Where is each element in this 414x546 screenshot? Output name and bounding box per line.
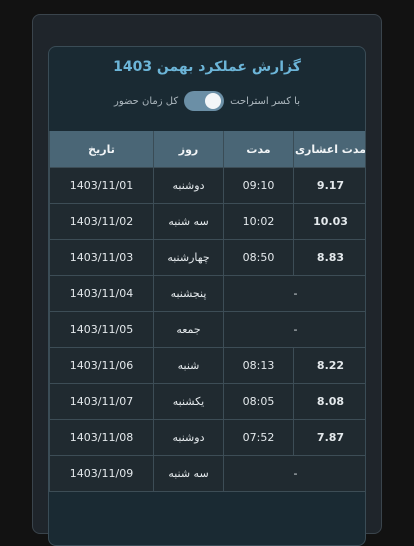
cell-day: جمعه xyxy=(153,311,224,348)
duration-mode-toggle[interactable] xyxy=(184,91,225,111)
cell-decimal-duration: 8.83 xyxy=(293,239,365,276)
cell-date: 1403/11/03 xyxy=(49,239,154,276)
cell-empty-duration: - xyxy=(223,275,365,312)
toggle-label-total: کل زمان حضور xyxy=(114,95,179,107)
cell-day: سه شنبه xyxy=(153,455,224,492)
cell-date: 1403/11/08 xyxy=(49,419,154,456)
cell-date: 1403/11/04 xyxy=(49,275,154,312)
duration-mode-toggle-row: با کسر استراحت کل زمان حضور xyxy=(49,91,365,111)
toggle-label-break: با کسر استراحت xyxy=(230,95,300,107)
cell-day: یکشنبه xyxy=(153,383,224,420)
cell-day: دوشنبه xyxy=(153,167,224,204)
cell-day: پنجشنبه xyxy=(153,275,224,312)
cell-date: 1403/11/06 xyxy=(49,347,154,384)
cell-duration: 10:02 xyxy=(223,203,294,240)
cell-decimal-duration: 8.08 xyxy=(293,383,365,420)
cell-duration: 08:13 xyxy=(223,347,294,384)
table-row: - جمعه 1403/11/05 xyxy=(49,311,365,348)
cell-date: 1403/11/05 xyxy=(49,311,154,348)
cell-day: چهارشنبه xyxy=(153,239,224,276)
cell-duration: 07:52 xyxy=(223,419,294,456)
cell-day: سه شنبه xyxy=(153,203,224,240)
table-row: - سه شنبه 1403/11/09 xyxy=(49,455,365,492)
table-row: 10.03 10:02 سه شنبه 1403/11/02 xyxy=(49,203,365,240)
cell-decimal-duration: 8.22 xyxy=(293,347,365,384)
table-row: 9.17 09:10 دوشنبه 1403/11/01 xyxy=(49,167,365,204)
header-date: تاریخ xyxy=(49,131,154,168)
cell-empty-duration: - xyxy=(223,311,365,348)
cell-day: شنبه xyxy=(153,347,224,384)
cell-date: 1403/11/02 xyxy=(49,203,154,240)
cell-day: دوشنبه xyxy=(153,419,224,456)
table-row: 7.87 07:52 دوشنبه 1403/11/08 xyxy=(49,419,365,456)
cell-duration: 08:50 xyxy=(223,239,294,276)
toggle-knob xyxy=(205,93,222,109)
report-card: گزارش عملکرد بهمن 1403 با کسر استراحت کل… xyxy=(48,46,366,546)
attendance-table: مدت اعشاری مدت روز تاریخ 9.17 09:10 دوشنبه… xyxy=(49,131,365,492)
table-row: 8.22 08:13 شنبه 1403/11/06 xyxy=(49,347,365,384)
cell-empty-duration: - xyxy=(223,455,365,492)
table-row: - پنجشنبه 1403/11/04 xyxy=(49,275,365,312)
header-decimal-duration: مدت اعشاری xyxy=(293,131,365,168)
cell-date: 1403/11/07 xyxy=(49,383,154,420)
cell-date: 1403/11/09 xyxy=(49,455,154,492)
table-row: 8.83 08:50 چهارشنبه 1403/11/03 xyxy=(49,239,365,276)
cell-duration: 09:10 xyxy=(223,167,294,204)
cell-decimal-duration: 10.03 xyxy=(293,203,365,240)
cell-decimal-duration: 7.87 xyxy=(293,419,365,456)
header-day: روز xyxy=(153,131,224,168)
table-header-row: مدت اعشاری مدت روز تاریخ xyxy=(49,131,365,168)
cell-date: 1403/11/01 xyxy=(49,167,154,204)
cell-decimal-duration: 9.17 xyxy=(293,167,365,204)
table-row: 8.08 08:05 یکشنبه 1403/11/07 xyxy=(49,383,365,420)
header-duration: مدت xyxy=(223,131,294,168)
report-title: گزارش عملکرد بهمن 1403 xyxy=(113,59,301,75)
cell-duration: 08:05 xyxy=(223,383,294,420)
